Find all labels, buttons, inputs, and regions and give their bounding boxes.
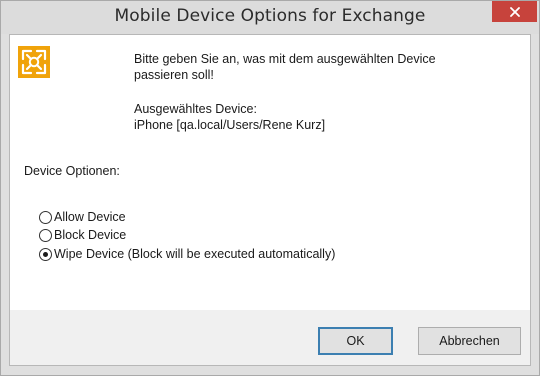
instruction-text-line-2: passieren soll! bbox=[134, 68, 214, 82]
radio-label: Allow Device bbox=[54, 210, 126, 224]
radio-block-device[interactable]: Block Device bbox=[39, 227, 126, 243]
close-icon bbox=[509, 6, 520, 17]
radio-button[interactable] bbox=[39, 210, 52, 224]
exchange-logo-icon bbox=[18, 46, 50, 78]
title-bar[interactable]: Mobile Device Options for Exchange bbox=[1, 1, 539, 34]
radio-label: Block Device bbox=[54, 228, 127, 242]
device-options-heading: Device Optionen: bbox=[24, 164, 120, 178]
close-button[interactable] bbox=[492, 1, 537, 22]
cancel-button[interactable]: Abbrechen bbox=[418, 327, 521, 355]
radio-allow-device[interactable]: Allow Device bbox=[39, 209, 126, 225]
radio-button[interactable] bbox=[39, 247, 52, 261]
selected-device-value: iPhone [qa.local/Users/Rene Kurz] bbox=[134, 118, 326, 132]
radio-button[interactable] bbox=[39, 228, 52, 242]
ok-button[interactable]: OK bbox=[318, 327, 393, 355]
radio-label: Wipe Device (Block will be executed auto… bbox=[54, 247, 336, 261]
instruction-text-line-1: Bitte geben Sie an, was mit dem ausgewäh… bbox=[134, 52, 436, 66]
window-title: Mobile Device Options for Exchange bbox=[114, 6, 426, 26]
radio-wipe-device[interactable]: Wipe Device (Block will be executed auto… bbox=[39, 246, 335, 262]
dialog-window: Mobile Device Options for Exchange Bitte… bbox=[0, 0, 540, 376]
selected-device-label: Ausgewähltes Device: bbox=[134, 102, 257, 116]
